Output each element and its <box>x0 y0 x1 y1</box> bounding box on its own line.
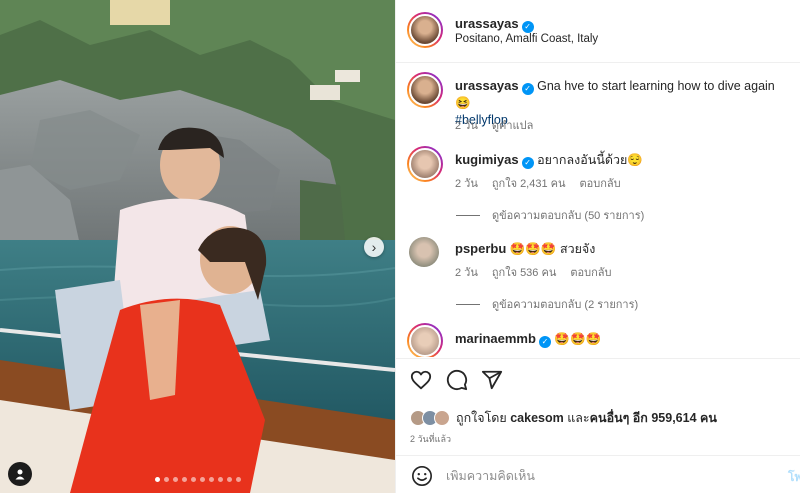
verified-badge-icon: ✓ <box>521 83 534 95</box>
comment-likes[interactable]: ถูกใจ 2,431 คน <box>492 174 566 192</box>
comment-username[interactable]: kugimiyas <box>455 152 519 167</box>
post-actions: ถูกใจโดย cakesom และ คนอื่นๆ อีก 959,614 … <box>396 358 800 486</box>
carousel-dot <box>154 477 160 482</box>
paper-plane-icon[interactable] <box>481 369 503 391</box>
photo-image <box>0 0 395 493</box>
comment-avatar[interactable] <box>407 146 443 182</box>
comment-body: 🤩🤩🤩 <box>554 332 602 346</box>
comment-avatar[interactable] <box>407 323 443 357</box>
caption-time: 2 วัน <box>455 120 478 132</box>
likes-summary: ถูกใจโดย cakesom และ คนอื่นๆ อีก 959,614 … <box>410 408 717 428</box>
comment-text: marinaemmb ✓ 🤩🤩🤩 <box>455 330 790 348</box>
comment-meta: 2 วัน ถูกใจ 2,431 คน ตอบกลับ <box>455 174 621 192</box>
likes-and: และ <box>567 411 590 425</box>
tagged-users-button[interactable] <box>8 462 32 486</box>
carousel-dot <box>181 477 187 482</box>
carousel-indicator <box>0 477 395 482</box>
comment-username[interactable]: psperbu <box>455 241 506 256</box>
comment-time: 2 วัน <box>455 267 478 279</box>
comment-input[interactable] <box>446 469 746 483</box>
post-header: urassayas ✓ Positano, Amalfi Coast, Italy <box>396 0 800 63</box>
carousel-dot <box>163 477 169 482</box>
author-username[interactable]: urassayas <box>455 16 519 31</box>
liker-username[interactable]: cakesom <box>510 411 564 425</box>
smiley-icon[interactable] <box>411 465 433 487</box>
heart-icon[interactable] <box>410 369 432 391</box>
view-replies-label: ดูข้อความตอบกลับ (50 รายการ) <box>492 210 645 222</box>
view-replies-button[interactable]: ดูข้อความตอบกลับ (2 รายการ) <box>456 295 638 313</box>
carousel-dot <box>235 477 241 482</box>
likes-count[interactable]: คนอื่นๆ อีก 959,614 คน <box>590 408 717 428</box>
carousel-dot <box>226 477 232 482</box>
reply-button[interactable]: ตอบกลับ <box>570 263 611 281</box>
caption-username[interactable]: urassayas <box>455 78 519 93</box>
divider-line <box>456 214 480 216</box>
chevron-right-icon: › <box>371 239 377 255</box>
comment-meta: 2 วัน ถูกใจ 536 คน ตอบกลับ <box>455 263 611 281</box>
caption-avatar[interactable] <box>407 72 443 108</box>
carousel-next-button[interactable]: › <box>364 237 384 257</box>
post-details-panel: urassayas ✓ Positano, Amalfi Coast, Italy… <box>395 0 800 493</box>
comment-row: marinaemmb ✓ 🤩🤩🤩 <box>396 323 800 357</box>
carousel-dot <box>199 477 205 482</box>
post-photo[interactable]: › <box>0 0 395 493</box>
carousel-dot <box>190 477 196 482</box>
caption-meta: 2 วัน ดูคำแปล <box>455 116 533 134</box>
view-replies-button[interactable]: ดูข้อความตอบกลับ (50 รายการ) <box>456 206 644 224</box>
carousel-dot <box>172 477 178 482</box>
comment-text: psperbu 🤩🤩🤩 สวยจัง <box>455 240 790 258</box>
verified-badge-icon: ✓ <box>538 336 551 348</box>
comment-bubble-icon[interactable] <box>446 369 468 391</box>
post-time-ago: 2 วันที่แล้ว <box>410 434 452 444</box>
view-replies-label: ดูข้อความตอบกลับ (2 รายการ) <box>492 299 639 311</box>
comment-body: อยากลงอันนี้ด้วย😌 <box>537 153 643 167</box>
translate-link[interactable]: ดูคำแปล <box>492 116 534 134</box>
reply-button[interactable]: ตอบกลับ <box>580 174 621 192</box>
post-comment-button[interactable]: โพ <box>788 468 800 487</box>
comment-likes[interactable]: ถูกใจ 536 คน <box>492 263 556 281</box>
comment-text: kugimiyas ✓ อยากลงอันนี้ด้วย😌 <box>455 151 790 169</box>
comment-avatar[interactable] <box>409 237 439 267</box>
verified-badge-icon: ✓ <box>521 21 534 33</box>
author-avatar[interactable] <box>407 12 443 48</box>
likes-prefix: ถูกใจโดย <box>456 411 507 425</box>
carousel-dot <box>217 477 223 482</box>
comment-body: 🤩🤩🤩 สวยจัง <box>509 242 596 256</box>
liker-avatar[interactable] <box>434 410 450 426</box>
comment-time: 2 วัน <box>455 178 478 190</box>
carousel-dot <box>208 477 214 482</box>
post-location[interactable]: Positano, Amalfi Coast, Italy <box>455 33 598 45</box>
add-comment-bar: โพ <box>396 455 800 496</box>
comment-username[interactable]: marinaemmb <box>455 331 536 346</box>
divider-line <box>456 303 480 305</box>
liker-avatars <box>410 410 450 426</box>
verified-badge-icon: ✓ <box>521 157 534 169</box>
